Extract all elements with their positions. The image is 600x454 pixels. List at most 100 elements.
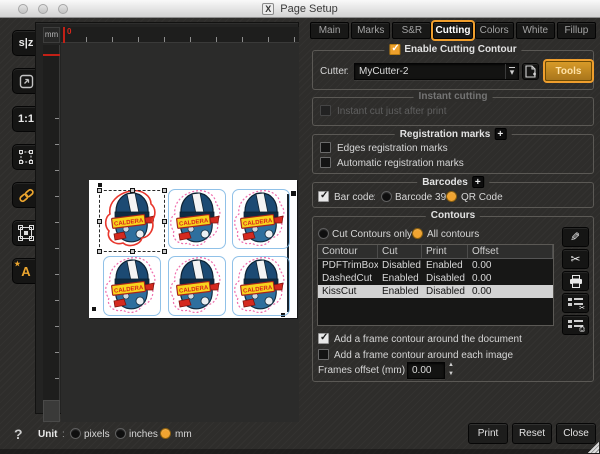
new-cutter-button[interactable] (522, 63, 539, 80)
frames-offset-stepper[interactable] (446, 362, 456, 379)
pencil-icon (570, 230, 580, 244)
registration-mark (92, 307, 96, 311)
ruler-origin-marker-h (63, 27, 65, 43)
col-offset[interactable]: Offset (468, 245, 553, 258)
stepper-down-icon[interactable] (446, 371, 456, 380)
tab-white[interactable]: White (515, 22, 555, 39)
frames-offset-input[interactable]: 0.00 (407, 362, 445, 379)
selection-handle[interactable] (162, 249, 167, 254)
unit-mm-radio[interactable] (160, 428, 171, 439)
sticker-image[interactable] (167, 255, 227, 317)
barcodes-add-button[interactable]: + (471, 176, 484, 188)
cutter-value: MyCutter-2 (359, 66, 409, 77)
tab-fillup[interactable]: Fillup (556, 22, 596, 39)
tab-cutting[interactable]: Cutting (433, 22, 473, 39)
window-minimize-button[interactable] (38, 4, 48, 14)
tab-marks[interactable]: Marks (351, 22, 391, 39)
x11-app-icon: X (262, 2, 275, 15)
registration-mark (98, 183, 102, 187)
selection-handle[interactable] (97, 219, 102, 224)
print-toggle-button[interactable] (562, 271, 589, 291)
selection-handle[interactable] (162, 219, 167, 224)
cutter-select[interactable]: MyCutter-2 (354, 63, 519, 80)
print-button[interactable]: Print (468, 423, 508, 444)
edges-registration-checkbox[interactable] (320, 142, 331, 153)
selection-rectangle[interactable] (97, 188, 167, 254)
canvas-viewport[interactable] (61, 43, 299, 422)
sticker-image[interactable] (231, 188, 291, 250)
cut-toggle-button[interactable] (562, 249, 589, 269)
window-close-button[interactable] (18, 4, 28, 14)
qrcode-radio[interactable] (446, 191, 457, 202)
resize-grip[interactable] (586, 440, 599, 453)
barcode-label: Bar code (334, 192, 375, 203)
all-contours-label: All contours (427, 229, 480, 240)
barcode-checkbox[interactable] (318, 190, 329, 202)
col-contour[interactable]: Contour (318, 245, 378, 258)
tab-main[interactable]: Main (310, 22, 350, 39)
reset-button[interactable]: Reset (512, 423, 552, 444)
selection-handle[interactable] (130, 249, 135, 254)
unit-pixels-radio[interactable] (70, 428, 81, 439)
registration-add-button[interactable]: + (494, 128, 507, 140)
document-page[interactable] (89, 180, 297, 318)
scissors-icon (570, 252, 580, 266)
cutter-dropdown-arrow-icon[interactable] (505, 64, 518, 79)
automatic-registration-checkbox[interactable] (320, 157, 331, 168)
edges-registration-label: Edges registration marks (337, 143, 448, 154)
registration-marks-title: Registration marks (399, 128, 491, 140)
new-document-icon (525, 65, 536, 78)
cut-all-list-button[interactable]: ✂ (562, 293, 589, 313)
edit-contour-button[interactable] (562, 227, 589, 247)
table-row-selected[interactable]: KissCut Enabled Disabled 0.00 (318, 285, 553, 298)
stepper-up-icon[interactable] (446, 362, 456, 371)
print-all-list-button[interactable]: ⎙ (562, 315, 589, 335)
all-contours-radio[interactable] (412, 228, 423, 239)
cutter-label: Cutter (320, 66, 348, 77)
barcode-colon: : (373, 192, 376, 203)
tab-colors[interactable]: Colors (474, 22, 514, 39)
selection-handle[interactable] (162, 188, 167, 193)
ruler-scroll-corner (43, 400, 60, 422)
table-row[interactable]: DashedCut Enabled Disabled 0.00 (318, 272, 553, 285)
registration-mark (291, 191, 296, 196)
cutter-colon: : (346, 66, 349, 77)
one-to-one-icon: 1:1 (18, 113, 34, 125)
cut-contours-only-label: Cut Contours only (332, 229, 413, 240)
table-header-row: Contour Cut Print Offset (318, 245, 553, 259)
selection-handle[interactable] (97, 249, 102, 254)
selection-handle[interactable] (97, 188, 102, 193)
frames-offset-colon: : (398, 365, 401, 376)
qrcode-label: QR Code (461, 192, 503, 203)
contours-title: Contours (425, 210, 481, 221)
image-export-icon (19, 74, 33, 88)
barcodes-title: Barcodes (422, 176, 468, 188)
enable-cutting-label: Enable Cutting Contour (404, 44, 517, 55)
enable-cutting-checkbox[interactable] (389, 43, 401, 55)
sticker-image[interactable] (102, 255, 162, 317)
tools-button[interactable]: Tools (545, 61, 592, 81)
unit-inches-radio[interactable] (115, 428, 126, 439)
contours-table: Contour Cut Print Offset PDFTrimBox Disa… (317, 244, 554, 326)
horizontal-ruler (61, 27, 299, 43)
barcode39-radio[interactable] (381, 191, 392, 202)
window-zoom-button[interactable] (58, 4, 68, 14)
tab-sr[interactable]: S&R (392, 22, 432, 39)
unit-colon: : (62, 429, 65, 440)
selection-handle[interactable] (130, 188, 135, 193)
fit-page-icon (19, 150, 33, 164)
sticker-image[interactable] (231, 255, 291, 317)
unit-inches-label: inches (129, 429, 158, 440)
col-print[interactable]: Print (422, 245, 468, 258)
sticker-image[interactable] (167, 188, 227, 250)
table-row[interactable]: PDFTrimBox Disabled Enabled 0.00 (318, 259, 553, 272)
link-icon (18, 188, 34, 202)
frame-image-checkbox[interactable] (318, 349, 329, 360)
page-setup-window: { "window": { "title": "Page Setup", "ic… (0, 0, 600, 454)
titlebar: X Page Setup (0, 0, 600, 18)
help-button[interactable]: ? (14, 426, 23, 442)
frame-document-checkbox[interactable] (318, 332, 329, 344)
window-title: Page Setup (280, 2, 338, 15)
cut-contours-only-radio[interactable] (318, 228, 329, 239)
col-cut[interactable]: Cut (378, 245, 422, 258)
